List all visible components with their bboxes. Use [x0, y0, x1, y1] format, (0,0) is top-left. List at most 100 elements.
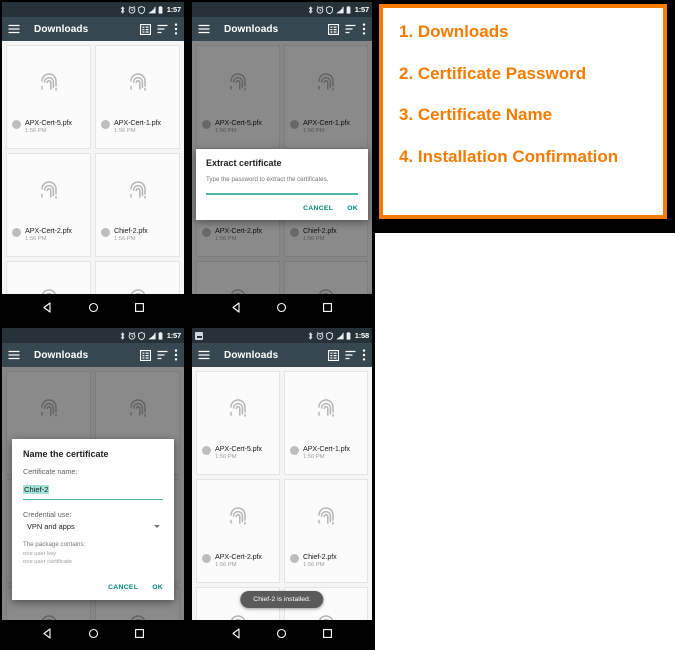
file-time: 1:56 PM: [215, 454, 237, 460]
overflow-menu-icon[interactable]: [362, 349, 366, 361]
password-input[interactable]: [206, 193, 358, 196]
file-type-dot-icon: [290, 446, 299, 455]
file-tile[interactable]: Chief-2.pfx 1:56 PM: [95, 153, 180, 257]
file-tile[interactable]: APX-Cert-5.pfx 1:56 PM: [196, 371, 280, 475]
status-bar-right: 1:57: [308, 5, 369, 14]
file-thumbnail: [197, 480, 279, 552]
file-tile[interactable]: [6, 261, 91, 294]
home-icon[interactable]: [276, 628, 287, 639]
file-tile-footer: APX-Cert-5.pfx 1:56 PM: [7, 118, 90, 135]
file-tile[interactable]: [95, 261, 180, 294]
file-name: APX-Cert-2.pfx: [25, 226, 72, 235]
grid-view-icon[interactable]: [328, 349, 339, 361]
status-bar: 1:57: [192, 2, 372, 17]
certificate-fingerprint-icon: [318, 615, 334, 620]
file-tile[interactable]: APX-Cert-2.pfx 1:56 PM: [6, 153, 91, 257]
file-name: Chief-2.pfx: [114, 226, 148, 235]
file-type-dot-icon: [290, 554, 299, 563]
screenshot-root: 1:57 Downloads APX-Cert-5.pfx 1:56 PM AP…: [0, 0, 675, 650]
overflow-menu-icon[interactable]: [174, 349, 178, 361]
file-meta: APX-Cert-5.pfx 1:56 PM: [25, 118, 72, 135]
hamburger-menu-icon[interactable]: [8, 350, 20, 360]
home-icon[interactable]: [88, 628, 99, 639]
dialog-title: Extract certificate: [206, 158, 282, 168]
signal-icon: [336, 331, 344, 340]
file-type-dot-icon: [101, 120, 110, 129]
certificate-name-input[interactable]: Chief-2: [23, 479, 163, 500]
file-type-dot-icon: [202, 554, 211, 563]
back-icon[interactable]: [231, 627, 242, 639]
home-icon[interactable]: [88, 302, 99, 313]
certificate-fingerprint-icon: [129, 181, 146, 199]
file-meta: APX-Cert-1.pfx 1:56 PM: [303, 444, 350, 461]
hamburger-menu-icon[interactable]: [198, 24, 210, 34]
grid-view-icon[interactable]: [140, 23, 151, 35]
package-item: one user certificate: [23, 559, 72, 566]
file-time: 1:56 PM: [25, 236, 47, 242]
recents-icon[interactable]: [322, 628, 333, 639]
status-bar: 1:57: [2, 2, 184, 17]
file-time: 1:56 PM: [114, 236, 136, 242]
file-thumbnail: [285, 372, 367, 444]
file-tile[interactable]: APX-Cert-1.pfx 1:56 PM: [95, 45, 180, 149]
hamburger-menu-icon[interactable]: [8, 24, 20, 34]
shield-icon: [326, 5, 334, 14]
recents-icon[interactable]: [134, 628, 145, 639]
recents-icon[interactable]: [322, 302, 333, 313]
file-thumbnail: [197, 372, 279, 444]
file-tile[interactable]: APX-Cert-5.pfx 1:56 PM: [6, 45, 91, 149]
file-meta: APX-Cert-5.pfx 1:56 PM: [215, 444, 262, 461]
bluetooth-icon: [308, 331, 313, 340]
file-grid[interactable]: APX-Cert-5.pfx 1:56 PM APX-Cert-1.pfx 1:…: [2, 41, 184, 294]
sort-icon[interactable]: [345, 24, 356, 34]
file-meta: Chief-2.pfx 1:56 PM: [303, 552, 337, 569]
recents-icon[interactable]: [134, 302, 145, 313]
certificate-fingerprint-icon: [130, 289, 145, 294]
home-icon[interactable]: [276, 302, 287, 313]
file-tile[interactable]: APX-Cert-1.pfx 1:56 PM: [284, 371, 368, 475]
alarm-icon: [316, 331, 324, 340]
sort-icon[interactable]: [157, 350, 168, 360]
legend-item-3: 3. Certificate Name: [399, 105, 553, 125]
file-time: 1:56 PM: [25, 128, 47, 134]
battery-icon: [158, 5, 163, 14]
grid-view-icon[interactable]: [140, 349, 151, 361]
credential-use-select[interactable]: VPN and apps: [23, 522, 163, 531]
hamburger-menu-icon[interactable]: [198, 350, 210, 360]
cancel-button[interactable]: CANCEL: [303, 205, 333, 212]
file-type-dot-icon: [12, 120, 21, 129]
file-thumbnail: [7, 46, 90, 118]
file-name: APX-Cert-1.pfx: [114, 118, 161, 127]
phone-panel-installation-confirmation: 1:58 Downloads APX-Cert-5.pfx 1:56 PM AP…: [192, 328, 372, 646]
certificate-fingerprint-icon: [41, 289, 56, 294]
file-thumbnail: [96, 154, 179, 226]
file-grid[interactable]: APX-Cert-5.pfx 1:56 PM APX-Cert-1.pfx 1:…: [192, 367, 372, 620]
back-icon[interactable]: [42, 301, 53, 313]
alarm-icon: [128, 5, 136, 14]
credential-use-value: VPN and apps: [27, 522, 75, 531]
app-toolbar: Downloads: [192, 343, 372, 367]
file-name: Chief-2.pfx: [303, 552, 337, 561]
package-item: one user key: [23, 550, 57, 557]
back-icon[interactable]: [42, 627, 53, 639]
file-type-dot-icon: [202, 446, 211, 455]
sort-icon[interactable]: [157, 24, 168, 34]
grid-view-icon[interactable]: [328, 23, 339, 35]
ok-button[interactable]: OK: [347, 205, 358, 212]
file-tile-footer: APX-Cert-1.pfx 1:56 PM: [96, 118, 179, 135]
back-icon[interactable]: [231, 301, 242, 313]
page-title: Downloads: [224, 349, 279, 361]
ok-button[interactable]: OK: [152, 584, 163, 591]
system-navigation-bar: [192, 620, 372, 646]
certificate-fingerprint-icon: [230, 399, 246, 417]
file-tile[interactable]: Chief-2.pfx 1:56 PM: [284, 479, 368, 583]
battery-icon: [346, 331, 351, 340]
file-tile-footer: Chief-2.pfx 1:56 PM: [285, 552, 367, 569]
cancel-button[interactable]: CANCEL: [108, 584, 138, 591]
certificate-name-label: Certificate name:: [23, 467, 78, 476]
signal-icon: [336, 5, 344, 14]
sort-icon[interactable]: [345, 350, 356, 360]
file-tile[interactable]: APX-Cert-2.pfx 1:56 PM: [196, 479, 280, 583]
overflow-menu-icon[interactable]: [174, 23, 178, 35]
overflow-menu-icon[interactable]: [362, 23, 366, 35]
